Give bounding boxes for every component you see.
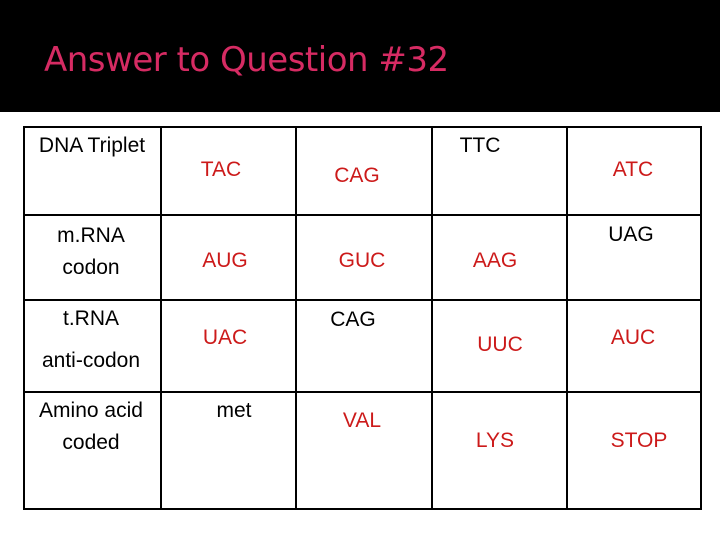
row-divider xyxy=(25,299,700,301)
trna-anticodon-cell: AUC xyxy=(610,326,656,349)
title-bar: Answer to Question #32 xyxy=(0,0,720,112)
mrna-codon-cell: AUG xyxy=(202,249,248,272)
row-label-codon: codon xyxy=(62,256,120,279)
dna-triplet-cell: CAG xyxy=(334,164,380,187)
dna-triplet-cell: ATC xyxy=(612,158,654,181)
trna-anticodon-cell: UUC xyxy=(477,333,523,356)
dna-triplet-cell: TTC xyxy=(459,134,501,157)
trna-anticodon-cell: CAG xyxy=(330,308,376,331)
row-label-trna: t.RNA xyxy=(62,307,120,330)
amino-acid-cell: met xyxy=(216,399,252,422)
row-label-anti-codon: anti-codon xyxy=(41,349,141,372)
row-label-dna-triplet: DNA Triplet xyxy=(38,134,146,157)
column-divider xyxy=(295,128,297,508)
amino-acid-cell: VAL xyxy=(342,409,382,432)
amino-acid-cell: STOP xyxy=(610,429,668,452)
mrna-codon-cell: AAG xyxy=(472,249,518,272)
amino-acid-cell: LYS xyxy=(475,429,515,452)
dna-triplet-cell: TAC xyxy=(200,158,242,181)
column-divider xyxy=(160,128,162,508)
row-label-coded: coded xyxy=(62,431,120,454)
column-divider xyxy=(566,128,568,508)
slide-title: Answer to Question #32 xyxy=(44,40,449,80)
row-label-mrna: m.RNA xyxy=(57,224,125,247)
row-divider xyxy=(25,391,700,393)
mrna-codon-cell: GUC xyxy=(338,249,386,272)
column-divider xyxy=(431,128,433,508)
row-divider xyxy=(25,214,700,216)
row-label-amino-acid: Amino acid xyxy=(39,399,143,422)
mrna-codon-cell: UAG xyxy=(608,223,654,246)
trna-anticodon-cell: UAC xyxy=(202,326,248,349)
